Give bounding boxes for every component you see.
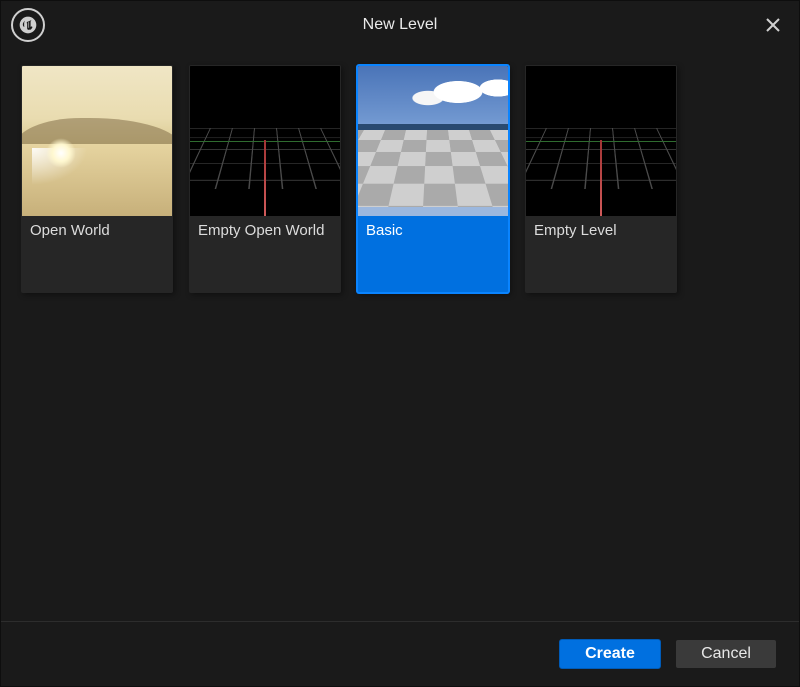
template-label: Empty Open World [190, 216, 340, 245]
template-card-empty-level[interactable]: Empty Level [525, 65, 677, 293]
template-thumbnail [358, 66, 508, 216]
content-area: Open World Empty Open World Basic Empty Lev… [1, 49, 799, 621]
titlebar: New Level [1, 1, 799, 49]
template-label: Open World [22, 216, 172, 245]
template-thumbnail [190, 66, 340, 216]
template-card-open-world[interactable]: Open World [21, 65, 173, 293]
window-title: New Level [1, 16, 799, 34]
cancel-button-label: Cancel [701, 645, 751, 663]
close-button[interactable] [757, 9, 789, 41]
new-level-dialog: New Level Open World Empty Open World Basi… [0, 0, 800, 687]
template-label: Basic [358, 216, 508, 245]
template-thumbnail [22, 66, 172, 216]
template-card-empty-open-world[interactable]: Empty Open World [189, 65, 341, 293]
create-button-label: Create [585, 645, 635, 663]
template-card-basic[interactable]: Basic [357, 65, 509, 293]
unreal-logo-icon [11, 8, 45, 42]
cancel-button[interactable]: Cancel [675, 639, 777, 669]
template-label: Empty Level [526, 216, 676, 245]
button-bar: Create Cancel [1, 622, 799, 686]
create-button[interactable]: Create [559, 639, 661, 669]
template-grid: Open World Empty Open World Basic Empty Lev… [21, 65, 779, 293]
close-icon [765, 17, 781, 33]
template-thumbnail [526, 66, 676, 216]
